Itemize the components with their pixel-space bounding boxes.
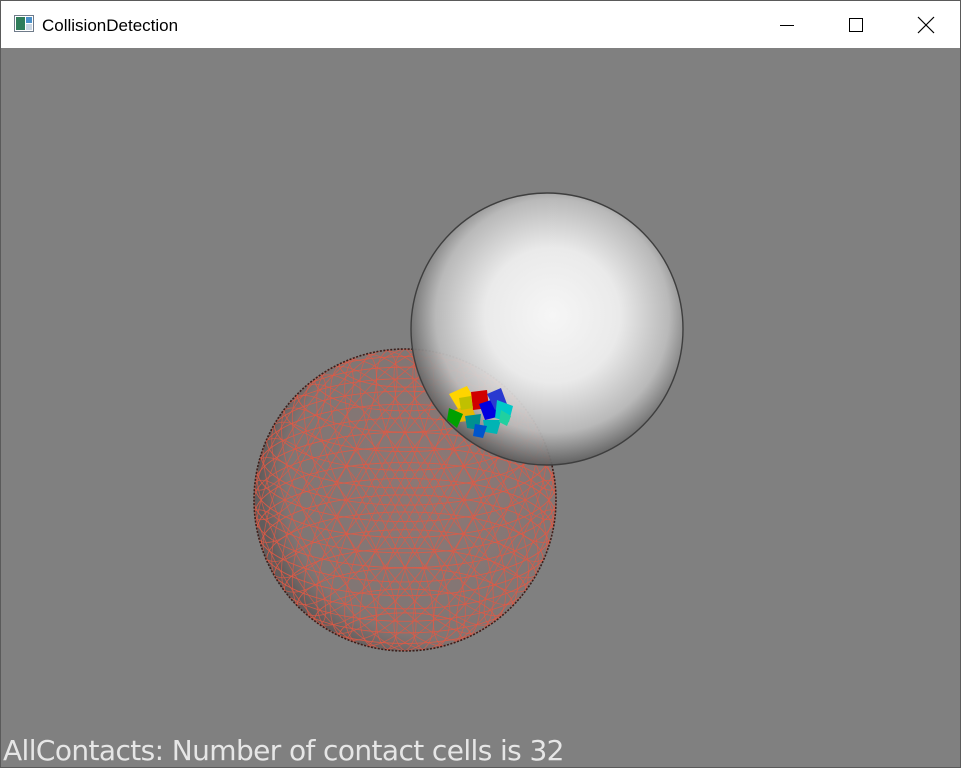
close-icon bbox=[917, 16, 935, 33]
window-title: CollisionDetection bbox=[42, 16, 179, 35]
maximize-button[interactable] bbox=[822, 1, 890, 48]
vtk-app-icon bbox=[14, 15, 34, 32]
close-button[interactable] bbox=[892, 1, 960, 48]
render-viewport[interactable]: AllContacts: Number of contact cells is … bbox=[1, 48, 960, 767]
app-window: CollisionDetection AllContacts: Number o… bbox=[0, 0, 961, 768]
scene-canvas[interactable] bbox=[1, 48, 960, 767]
title-bar[interactable]: CollisionDetection bbox=[1, 1, 960, 48]
minimize-button[interactable] bbox=[753, 1, 821, 48]
solid-sphere[interactable] bbox=[410, 192, 684, 466]
minimize-icon bbox=[780, 24, 794, 26]
maximize-icon bbox=[849, 17, 863, 32]
status-text: AllContacts: Number of contact cells is … bbox=[3, 734, 564, 767]
